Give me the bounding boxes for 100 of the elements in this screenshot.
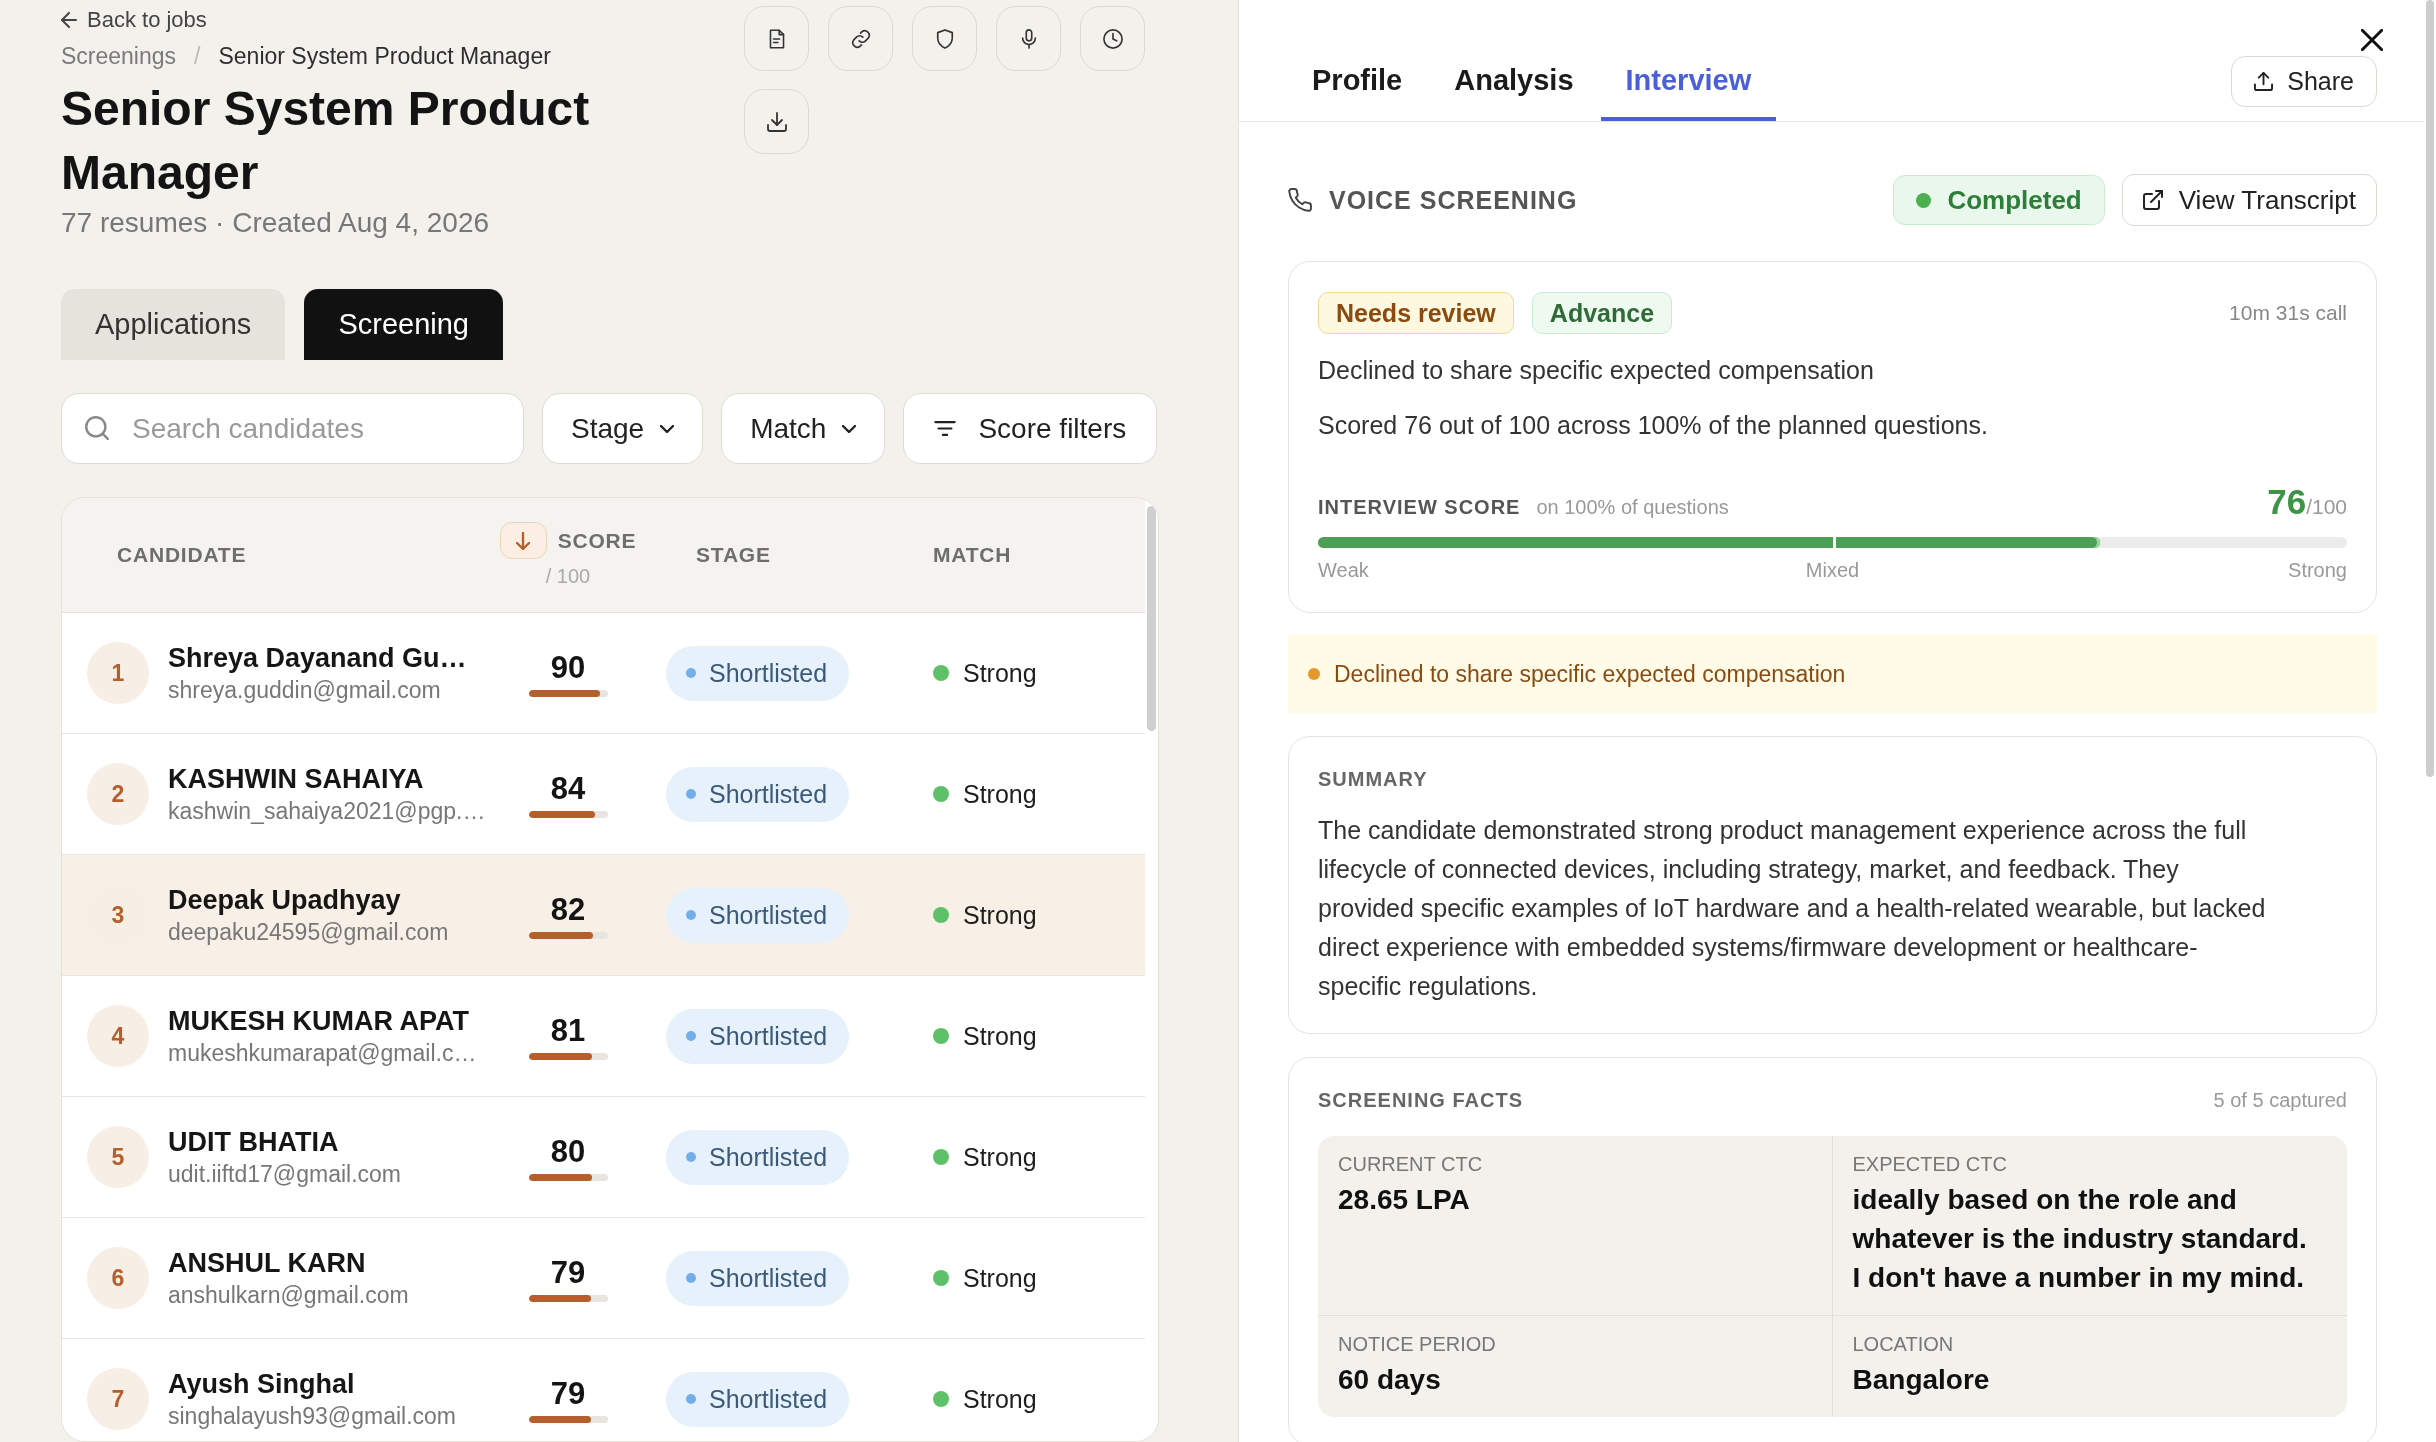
fact-label: NOTICE PERIOD xyxy=(1338,1332,1496,1357)
view-tab[interactable]: Screening xyxy=(304,289,503,360)
match-label: Strong xyxy=(963,1142,1037,1172)
clock-icon xyxy=(1102,28,1123,49)
detail-tab[interactable]: Analysis xyxy=(1429,51,1599,121)
facts-count: 5 of 5 captured xyxy=(2213,1088,2347,1112)
shield-button[interactable] xyxy=(912,6,977,71)
fact-value: 28.65 LPA xyxy=(1338,1183,1470,1217)
candidate-name: Ayush Singhal xyxy=(168,1368,355,1401)
match-label: Strong xyxy=(963,1021,1037,1051)
score-value: 79 xyxy=(550,1375,586,1412)
status-dot-icon xyxy=(1916,192,1932,208)
fact-value: ideally based on the role and whatever is the industry standard. I don't have a number in my mind. xyxy=(1852,1183,2308,1295)
arrow-down-icon xyxy=(516,531,531,550)
score-summary: Scored 76 out of 100 across 100% of the planned questions. xyxy=(1318,410,1988,441)
score-maximum: /100 xyxy=(2306,495,2347,519)
shield-icon xyxy=(934,28,955,49)
candidate-name: UDIT BHATIA xyxy=(168,1126,339,1159)
external-link-icon xyxy=(2142,190,2163,210)
job-title: Senior System Product Manager xyxy=(61,81,591,201)
warning-dot-icon xyxy=(1308,668,1320,680)
phone-icon xyxy=(1288,188,1312,212)
detail-tab[interactable]: Interview xyxy=(1600,51,1777,121)
sort-button[interactable] xyxy=(499,522,547,559)
fact-value: Bangalore xyxy=(1852,1363,1990,1397)
stage-label: Shortlisted xyxy=(709,900,828,930)
call-duration: 10m 31s call xyxy=(2229,301,2347,325)
scrollbar-thumb[interactable] xyxy=(2426,0,2434,777)
chevron-down-icon xyxy=(842,424,857,433)
scale-label: Weak xyxy=(1318,558,1369,583)
breadcrumb-link[interactable]: Senior System Product Manager xyxy=(218,40,551,72)
card-heading: SUMMARY xyxy=(1318,767,1428,792)
candidate-row[interactable]: 3 Deepak Upadhyay deepaku24595@gmail.com 82 Shortlisted Strong xyxy=(62,855,1145,976)
midpoint-tick xyxy=(1832,537,1836,548)
view-tab[interactable]: Applications xyxy=(61,289,286,360)
candidate-name: KASHWIN SAHAIYA xyxy=(168,763,424,796)
rank-badge: 5 xyxy=(87,1126,149,1188)
stage-label: Shortlisted xyxy=(709,1263,828,1293)
candidate-email: anshulkarn@gmail.com xyxy=(168,1281,409,1310)
score-value: 84 xyxy=(550,770,586,807)
clock-button[interactable] xyxy=(1080,6,1145,71)
stage-label: Shortlisted xyxy=(709,658,828,688)
candidate-email: udit.iiftd17@gmail.com xyxy=(168,1160,401,1189)
filter-icon xyxy=(934,421,957,436)
fact-label: LOCATION xyxy=(1852,1332,1954,1357)
scrollbar-thumb[interactable] xyxy=(1147,506,1156,731)
link-icon xyxy=(850,28,871,49)
interview-score: 76 xyxy=(2267,482,2307,522)
view-transcript-button[interactable]: View Transcript xyxy=(2121,174,2377,226)
verdict-tag: Advance xyxy=(1531,292,1673,334)
search-icon xyxy=(85,416,109,440)
stage-label: Shortlisted xyxy=(709,1021,828,1051)
section-title: VOICE SCREENING xyxy=(1329,185,1578,215)
score-filters-button[interactable]: Score filters xyxy=(903,393,1158,464)
stage-label: Shortlisted xyxy=(709,779,828,809)
upload-icon xyxy=(2254,72,2274,91)
back-link[interactable]: Back to jobs xyxy=(61,6,207,34)
scale-label: Strong xyxy=(2288,558,2347,583)
job-meta: 77 resumes · Created Aug 4, 2026 xyxy=(61,206,490,240)
candidate-name: MUKESH KUMAR APAT xyxy=(168,1005,469,1038)
fact-label: CURRENT CTC xyxy=(1338,1152,1483,1177)
verdict-tag: Needs review xyxy=(1318,292,1514,334)
fact-value: 60 days xyxy=(1338,1363,1441,1397)
match-label: Strong xyxy=(963,779,1037,809)
document-button[interactable] xyxy=(744,6,809,71)
score-value: 82 xyxy=(550,891,586,928)
rank-badge: 2 xyxy=(87,763,149,825)
status-label: Completed xyxy=(1947,184,2082,216)
match-label: Strong xyxy=(963,900,1037,930)
share-button[interactable]: Share xyxy=(2231,56,2377,107)
score-value: 81 xyxy=(550,1012,586,1049)
scale-label: Mixed xyxy=(1805,558,1860,583)
link-button[interactable] xyxy=(828,6,893,71)
column-subheader: / 100 xyxy=(545,565,591,588)
rank-badge: 1 xyxy=(87,642,149,704)
card-heading: SCREENING FACTS xyxy=(1318,1088,1524,1113)
stage-label: Shortlisted xyxy=(709,1384,828,1414)
detail-tab[interactable]: Profile xyxy=(1287,51,1428,121)
candidate-email: mukeshkumarapat@gmail.c… xyxy=(168,1039,477,1068)
match-label: Strong xyxy=(963,658,1037,688)
fact-label: EXPECTED CTC xyxy=(1852,1152,2007,1177)
candidate-name: ANSHUL KARN xyxy=(168,1247,366,1280)
chevron-down-icon xyxy=(660,424,675,433)
summary-text: The candidate demonstrated strong product management experience across the full lifecycle of connected devices, including strategy, market, and feedback. They provided specific examples of IoT hardware and a health-related wearable, but lacked direct experience with embedded systems/firmware development or healthcare-specific regulations. xyxy=(1318,815,2267,1002)
microphone-button[interactable] xyxy=(996,6,1061,71)
score-value: 79 xyxy=(550,1254,586,1291)
score-note: on 100% of questions xyxy=(1536,496,1729,519)
candidate-email: singhalayush93@gmail.com xyxy=(168,1402,456,1431)
candidate-name: Shreya Dayanand Gu… xyxy=(168,642,467,675)
download-button[interactable] xyxy=(744,89,809,154)
candidate-email: shreya.guddin@gmail.com xyxy=(168,676,441,705)
candidate-name: Deepak Upadhyay xyxy=(168,884,401,917)
search-field[interactable]: Search candidates xyxy=(61,393,524,464)
filter-dropdown[interactable]: Match xyxy=(721,393,886,464)
column-header: MATCH xyxy=(933,543,1012,566)
match-label: Strong xyxy=(963,1384,1037,1414)
breadcrumb-link[interactable]: Screenings xyxy=(61,40,177,72)
filter-dropdown[interactable]: Stage xyxy=(542,393,704,464)
score-label: INTERVIEW SCORE xyxy=(1318,496,1521,519)
close-button[interactable] xyxy=(2361,29,2383,51)
